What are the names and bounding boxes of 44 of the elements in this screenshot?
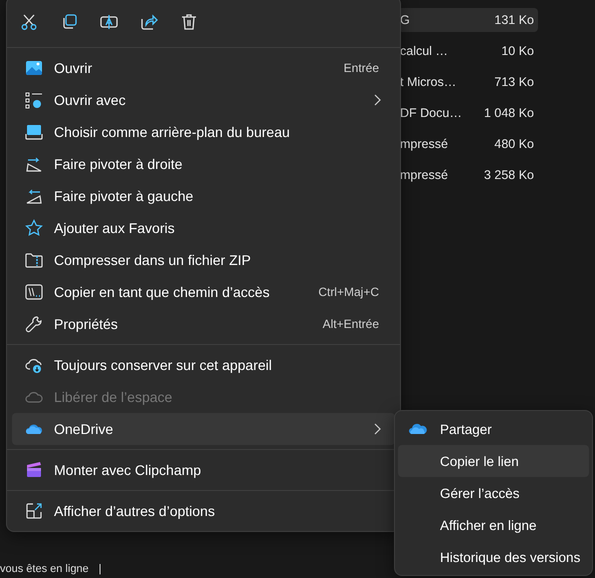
rotate-right-icon — [25, 155, 43, 173]
menu-item[interactable]: OneDrive — [12, 413, 395, 445]
rotate-left-icon — [25, 187, 43, 205]
clapper-icon — [25, 461, 43, 479]
menu-item[interactable]: Compresser dans un fichier ZIP — [12, 244, 395, 276]
picture-icon — [25, 59, 43, 77]
app-list-icon — [25, 91, 43, 109]
zip-folder-icon — [25, 251, 43, 269]
cloud-download-icon — [25, 356, 43, 374]
menu-item[interactable]: Ajouter aux Favoris — [12, 212, 395, 244]
share-icon — [140, 13, 158, 31]
menu-item[interactable]: Ouvrir avec — [12, 84, 395, 116]
status-separator: | — [98, 562, 102, 576]
menu-item[interactable]: Faire pivoter à gauche — [12, 180, 395, 212]
delete-icon — [180, 13, 198, 31]
shortcut-text: Entrée — [344, 61, 379, 75]
file-row[interactable]: mpressé 3 258 Ko — [398, 163, 538, 187]
wallpaper-icon — [25, 123, 43, 141]
cut-icon — [20, 13, 38, 31]
shortcut-text: Alt+Entrée — [322, 317, 379, 331]
star-icon — [25, 219, 43, 237]
file-row[interactable]: DF Docu… 1 048 Ko — [398, 101, 538, 125]
wrench-icon — [25, 315, 43, 333]
shortcut-text: Ctrl+Maj+C — [318, 285, 379, 299]
menu-item[interactable]: Choisir comme arrière-plan du bureau — [12, 116, 395, 148]
cloud-icon — [409, 423, 427, 435]
file-row[interactable]: calcul … 10 Ko — [398, 39, 538, 63]
menu-item[interactable]: Gérer l’accès — [398, 477, 589, 509]
path-icon — [25, 283, 43, 301]
menu-item[interactable]: Monter avec Clipchamp — [12, 454, 395, 486]
menu-item[interactable]: Partager — [398, 413, 589, 445]
menu-item[interactable]: Toujours conserver sur cet appareil — [12, 349, 395, 381]
expand-icon — [25, 502, 43, 520]
status-text: vous êtes en ligne — [0, 562, 89, 576]
rename-icon — [100, 13, 118, 31]
menu-item[interactable]: Afficher d’autres d’options — [12, 495, 395, 527]
menu-item[interactable]: Copier le lien — [398, 445, 589, 477]
file-row[interactable]: mpressé 480 Ko — [398, 132, 538, 156]
menu-item[interactable]: Afficher en ligne — [398, 509, 589, 541]
menu-item[interactable]: Ouvrir Entrée — [12, 52, 395, 84]
menu-item[interactable]: Copier en tant que chemin d’accès Ctrl+Maj+C — [12, 276, 395, 308]
menu-item[interactable]: Faire pivoter à droite — [12, 148, 395, 180]
menu-item[interactable]: Propriétés Alt+Entrée — [12, 308, 395, 340]
menu-item[interactable]: Historique des versions — [398, 541, 589, 573]
